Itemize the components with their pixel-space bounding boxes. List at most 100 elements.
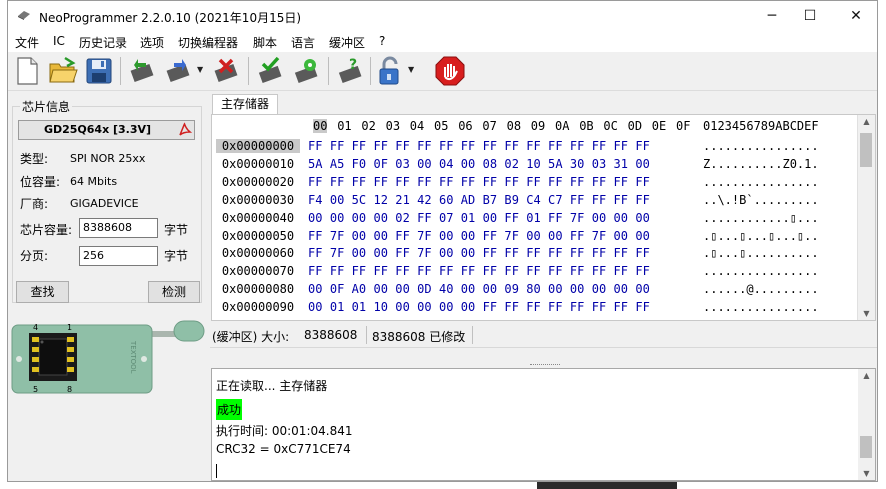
maximize-button[interactable]: ☐ (787, 1, 833, 32)
app-window: NeoProgrammer 2.2.0.10 (2021年10月15日) ─ ☐… (7, 0, 878, 482)
hex-column-label: 06 (458, 119, 473, 133)
buffer-status-bar: (缓冲区) 大小: 8388608 8388608 已修改 (210, 324, 877, 346)
menu-script[interactable]: 脚本 (253, 34, 277, 51)
chip-name-box: GD25Q64x [3.3V] (18, 120, 195, 140)
title-bar: NeoProgrammer 2.2.0.10 (2021年10月15日) ─ ☐… (8, 1, 877, 32)
hex-row-bytes[interactable]: FF 7F 00 00 FF 7F 00 00 FF FF FF FF FF F… (308, 246, 650, 260)
hex-scrollbar[interactable]: ▲ ▼ (857, 115, 875, 320)
hex-row-bytes[interactable]: FF FF FF FF FF FF FF FF FF FF FF FF FF F… (308, 264, 650, 278)
zif-socket-icon: TEXTOOL 4 1 5 8 (11, 320, 205, 394)
buffer-size-value: 8388608 (304, 328, 358, 342)
socket-pin-label: 4 (33, 323, 38, 332)
menu-language[interactable]: 语言 (291, 34, 315, 51)
detect-button[interactable]: 检测 (148, 281, 200, 303)
hex-row-bytes[interactable]: F4 00 5C 12 21 42 60 AD B7 B9 C4 C7 FF F… (308, 193, 650, 207)
hex-row-ascii[interactable]: .▯...▯...▯...▯.. (703, 229, 819, 243)
read-chip-icon[interactable] (126, 55, 158, 87)
text-caret (216, 464, 217, 478)
hex-row-ascii[interactable]: .▯...▯.......... (703, 246, 819, 260)
save-icon[interactable] (83, 55, 115, 87)
blank-check-icon[interactable]: ? (334, 55, 366, 87)
log-output[interactable]: 正在读取... 主存储器 成功 执行时间: 00:01:04.841 CRC32… (211, 368, 876, 481)
verify-chip-icon[interactable] (254, 55, 286, 87)
toolbar-separator (248, 57, 249, 85)
socket-pin-label: 5 (33, 385, 38, 394)
hex-column-label: 08 (506, 119, 522, 133)
hex-row-address: 0x00000090 (221, 300, 295, 315)
window-title: NeoProgrammer 2.2.0.10 (2021年10月15日) (39, 11, 302, 25)
write-chip-icon[interactable] (162, 55, 194, 87)
menu-history[interactable]: 历史记录 (79, 34, 127, 51)
hex-row-address: 0x00000040 (221, 210, 295, 225)
hex-row-ascii[interactable]: ................ (703, 264, 819, 278)
menu-options[interactable]: 选项 (140, 34, 164, 51)
svg-text:?: ? (349, 57, 357, 73)
hex-row-ascii[interactable]: ............▯... (703, 211, 819, 225)
chip-capacity-field[interactable]: 8388608 (79, 218, 158, 238)
hex-row-bytes[interactable]: 5A A5 F0 0F 03 00 04 00 08 02 10 5A 30 0… (308, 157, 650, 171)
horizontal-splitter[interactable] (210, 347, 877, 368)
hex-row-address: 0x00000070 (221, 264, 295, 279)
hex-column-label: 04 (409, 119, 425, 133)
hex-row-ascii[interactable]: ......@......... (703, 282, 819, 296)
hex-column-label: 05 (434, 119, 449, 133)
chip-name: GD25Q64x [3.3V] (43, 123, 152, 136)
search-button[interactable]: 查找 (16, 281, 69, 303)
hex-row-bytes[interactable]: 00 0F A0 00 00 0D 40 00 00 09 80 00 00 0… (308, 282, 650, 296)
page-unit-label: 字节 (164, 249, 189, 263)
auto-program-icon[interactable] (290, 55, 322, 87)
hex-row-ascii[interactable]: ................ (703, 300, 819, 314)
hex-row-ascii[interactable]: Z..........Z0.1. (703, 157, 819, 171)
tab-main-memory[interactable]: 主存储器 (212, 94, 278, 115)
hex-column-label: 0B (579, 119, 594, 133)
hex-row-bytes[interactable]: 00 01 01 10 00 00 00 00 FF FF FF FF FF F… (308, 300, 650, 314)
hex-row-address: 0x00000000 (216, 139, 300, 153)
hex-row-ascii[interactable]: ................ (703, 139, 819, 153)
hex-column-label: 09 (530, 119, 546, 133)
erase-chip-icon[interactable] (210, 55, 242, 87)
toolbar-separator (370, 57, 371, 85)
stop-icon[interactable] (434, 55, 466, 87)
menu-help[interactable]: ? (379, 34, 385, 48)
hex-row-bytes[interactable]: FF FF FF FF FF FF FF FF FF FF FF FF FF F… (308, 139, 650, 153)
scroll-down-icon[interactable]: ▼ (858, 309, 875, 318)
hex-row-address: 0x00000060 (221, 246, 295, 261)
page-size-label: 分页: (20, 249, 49, 263)
menu-ic[interactable]: IC (53, 34, 65, 48)
log-line: 正在读取... 主存储器 (216, 379, 328, 393)
page-size-field[interactable]: 256 (79, 246, 158, 266)
menu-buffer[interactable]: 缓冲区 (329, 34, 365, 51)
close-button[interactable]: ✕ (833, 1, 877, 32)
hex-row-bytes[interactable]: FF 7F 00 00 FF 7F 00 00 FF 7F 00 00 FF 7… (308, 229, 650, 243)
write-dropdown-arrow-icon[interactable]: ▼ (197, 65, 203, 74)
chip-capacity-label: 芯片容量: (20, 223, 73, 237)
log-scroll-thumb[interactable] (860, 436, 872, 458)
menu-file[interactable]: 文件 (15, 34, 39, 51)
hex-row-ascii[interactable]: ................ (703, 175, 819, 189)
hex-editor[interactable]: 00 01 02 03 04 05 06 07 08 09 0A 0B 0C 0D 0E 0F 01234567… (211, 114, 876, 321)
hex-scroll-thumb[interactable] (860, 133, 872, 167)
chip-info-group-title: 芯片信息 (20, 98, 73, 115)
status-separator (472, 326, 473, 344)
hex-row-ascii[interactable]: ..\.!B`......... (703, 193, 819, 207)
buffer-size-label: (缓冲区) 大小: (212, 330, 290, 344)
log-scrollbar[interactable]: ▲ ▼ (858, 369, 875, 480)
hex-row-bytes[interactable]: FF FF FF FF FF FF FF FF FF FF FF FF FF F… (308, 175, 650, 189)
menu-switch-programmer[interactable]: 切换编程器 (178, 34, 238, 51)
scroll-up-icon[interactable]: ▲ (858, 117, 875, 126)
vertical-splitter[interactable] (206, 91, 210, 481)
new-file-icon[interactable] (11, 55, 43, 87)
chip-vendor-label: 厂商: (20, 197, 49, 211)
toolbar: ▼ ? ▼ (8, 52, 877, 91)
unlock-icon[interactable] (374, 55, 406, 87)
open-folder-icon[interactable] (47, 55, 79, 87)
chip-size-value: 64 Mbits (70, 175, 118, 188)
unlock-dropdown-arrow-icon[interactable]: ▼ (408, 65, 414, 74)
status-separator (366, 326, 367, 344)
buffer-tabs: 主存储器 (210, 91, 877, 115)
pdf-icon[interactable] (177, 122, 192, 137)
hex-row-bytes[interactable]: 00 00 00 00 02 FF 07 01 00 FF 01 FF 7F 0… (308, 211, 650, 225)
splitter-grip[interactable] (530, 364, 560, 366)
scroll-down-icon[interactable]: ▼ (858, 469, 875, 478)
scroll-up-icon[interactable]: ▲ (858, 371, 875, 380)
